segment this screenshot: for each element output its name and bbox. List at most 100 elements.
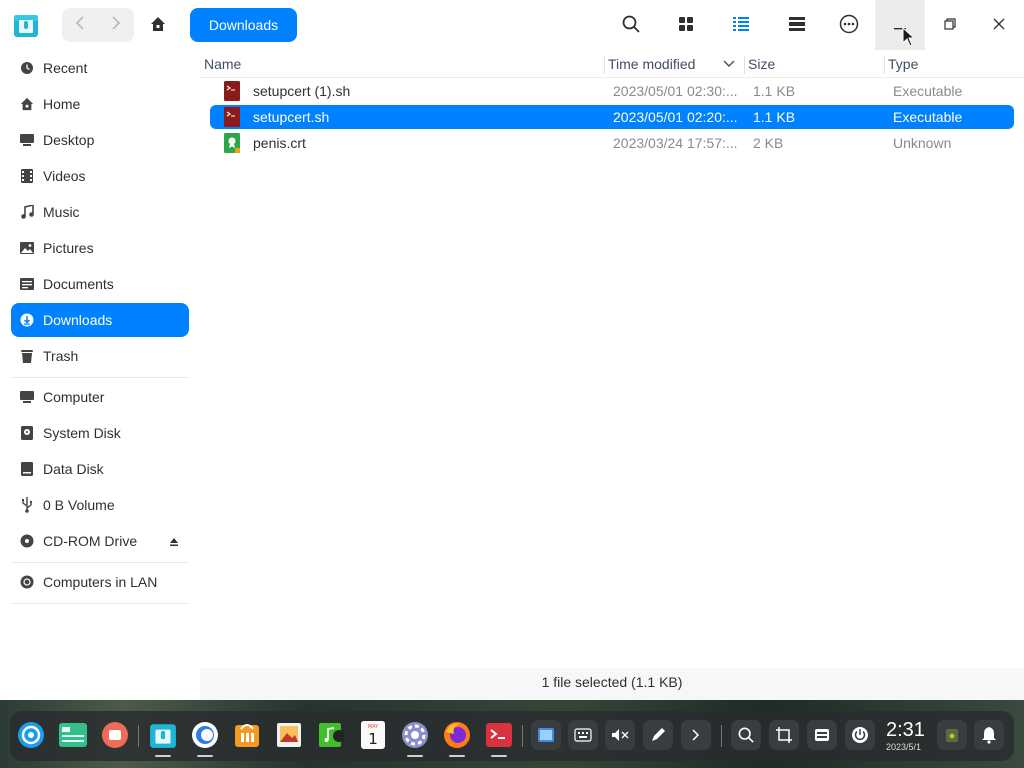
- music-icon: [11, 205, 43, 219]
- column-time-modified[interactable]: Time modified: [608, 50, 695, 78]
- column-type[interactable]: Type: [888, 50, 918, 78]
- calendar-icon[interactable]: MAY 1: [357, 719, 389, 751]
- clock-date[interactable]: 2023/5/1: [886, 742, 921, 752]
- script-file-icon: [223, 107, 241, 127]
- sidebar-item-label: CD-ROM Drive: [43, 533, 138, 549]
- dock-separator: [721, 725, 722, 747]
- sidebar-item-0b-volume[interactable]: 0 B Volume: [11, 488, 189, 522]
- sidebar-item-label: Computers in LAN: [43, 574, 158, 590]
- disk-icon: [11, 426, 43, 440]
- column-name[interactable]: Name: [204, 50, 241, 78]
- volume-muted-icon[interactable]: [605, 720, 635, 750]
- file-size: 1.1 KB: [753, 83, 796, 99]
- search-icon[interactable]: [731, 720, 761, 750]
- firefox-icon[interactable]: [441, 719, 473, 751]
- keyboard-icon[interactable]: [568, 720, 598, 750]
- sidebar-item-downloads[interactable]: Downloads: [11, 303, 189, 337]
- close-button[interactable]: [974, 0, 1024, 50]
- file-manager-window: Downloads Recent Home Desktop Videos Mus…: [0, 0, 1024, 700]
- settings-icon[interactable]: [399, 719, 431, 751]
- icon-view-button[interactable]: [668, 8, 704, 42]
- file-manager-icon[interactable]: [147, 719, 179, 751]
- sidebar-item-computers-in-lan[interactable]: Computers in LAN: [11, 565, 189, 599]
- file-size: 2 KB: [753, 135, 784, 151]
- sidebar-item-data-disk[interactable]: Data Disk: [11, 452, 189, 486]
- cdrom-icon: [11, 534, 43, 548]
- expand-tray-icon[interactable]: [681, 720, 711, 750]
- app-store-icon[interactable]: [231, 719, 263, 751]
- screen-record-icon[interactable]: [99, 719, 131, 751]
- list-view-button[interactable]: [723, 8, 759, 42]
- file-name: setupcert.sh: [253, 109, 330, 125]
- file-row[interactable]: penis.crt 2023/03/24 17:57:... 2 KB Unkn…: [210, 131, 1014, 155]
- launcher-icon[interactable]: [15, 719, 47, 751]
- sidebar-item-desktop[interactable]: Desktop: [11, 123, 189, 157]
- sidebar-item-system-disk[interactable]: System Disk: [11, 416, 189, 450]
- title-bar: Downloads: [0, 0, 1024, 50]
- search-button[interactable]: [613, 8, 649, 42]
- sidebar-item-label: 0 B Volume: [43, 497, 115, 513]
- column-separator[interactable]: [744, 56, 745, 74]
- image-viewer-icon[interactable]: [273, 719, 305, 751]
- screenshot-tray-icon[interactable]: [531, 720, 561, 750]
- file-name: setupcert (1).sh: [253, 83, 351, 99]
- file-size: 1.1 KB: [753, 109, 796, 125]
- sidebar-divider: [11, 562, 189, 563]
- sidebar-item-label: Home: [43, 96, 81, 112]
- document-icon: [11, 278, 43, 290]
- chevron-right-icon: [111, 15, 121, 35]
- network-icon: [11, 575, 43, 589]
- sidebar-item-cdrom-drive[interactable]: CD-ROM Drive: [11, 524, 189, 558]
- multitask-icon[interactable]: [57, 719, 89, 751]
- video-icon: [11, 169, 43, 183]
- sidebar-item-trash[interactable]: Trash: [11, 339, 189, 373]
- more-menu-button[interactable]: [831, 8, 867, 42]
- home-button[interactable]: [140, 8, 176, 42]
- sidebar-item-pictures[interactable]: Pictures: [11, 231, 189, 265]
- file-row[interactable]: setupcert (1).sh 2023/05/01 02:30:... 1.…: [210, 79, 1014, 103]
- sort-descending-icon[interactable]: [723, 50, 735, 78]
- forward-button[interactable]: [98, 8, 134, 42]
- sidebar-item-computer[interactable]: Computer: [11, 380, 189, 414]
- pen-icon[interactable]: [643, 720, 673, 750]
- browser-icon[interactable]: [189, 719, 221, 751]
- power-icon[interactable]: [845, 720, 875, 750]
- column-size[interactable]: Size: [748, 50, 775, 78]
- minimize-button[interactable]: [875, 0, 925, 50]
- onboard-keyboard-icon[interactable]: [807, 720, 837, 750]
- trash-icon: [11, 349, 43, 363]
- sidebar-item-music[interactable]: Music: [11, 195, 189, 229]
- column-separator[interactable]: [884, 56, 885, 74]
- sidebar-item-videos[interactable]: Videos: [11, 159, 189, 193]
- terminal-icon[interactable]: [483, 719, 515, 751]
- close-icon: [993, 17, 1005, 33]
- screen-capture-icon[interactable]: [769, 720, 799, 750]
- detail-view-button[interactable]: [779, 8, 815, 42]
- dock: MAY 1 2:31 2023/5/1: [10, 711, 1014, 761]
- sidebar-item-label: Computer: [43, 389, 105, 405]
- eject-icon[interactable]: [169, 534, 179, 550]
- sidebar-item-recent[interactable]: Recent: [11, 51, 189, 85]
- sidebar-item-label: Desktop: [43, 132, 95, 148]
- running-indicator: [197, 755, 213, 757]
- sidebar-item-label: Pictures: [43, 240, 94, 256]
- sidebar-item-home[interactable]: Home: [11, 87, 189, 121]
- music-player-icon[interactable]: [315, 719, 347, 751]
- file-type: Executable: [893, 109, 963, 125]
- back-button[interactable]: [62, 8, 98, 42]
- sidebar-item-label: System Disk: [43, 425, 121, 441]
- maximize-button[interactable]: [925, 0, 975, 50]
- file-view: Name Time modified Size Type setupcert (…: [200, 50, 1024, 700]
- sidebar-item-documents[interactable]: Documents: [11, 267, 189, 301]
- download-icon: [11, 313, 43, 327]
- file-row-selected[interactable]: setupcert.sh 2023/05/01 02:20:... 1.1 KB…: [210, 105, 1014, 129]
- trash-bin-icon[interactable]: [937, 720, 967, 750]
- more-icon: [839, 14, 859, 37]
- column-separator[interactable]: [604, 56, 605, 74]
- clock-time[interactable]: 2:31: [886, 719, 925, 742]
- running-indicator: [449, 755, 465, 757]
- notification-bell-icon[interactable]: [974, 720, 1004, 750]
- home-icon: [11, 97, 43, 111]
- sidebar-item-label: Videos: [43, 168, 86, 184]
- breadcrumb-downloads[interactable]: Downloads: [190, 8, 297, 42]
